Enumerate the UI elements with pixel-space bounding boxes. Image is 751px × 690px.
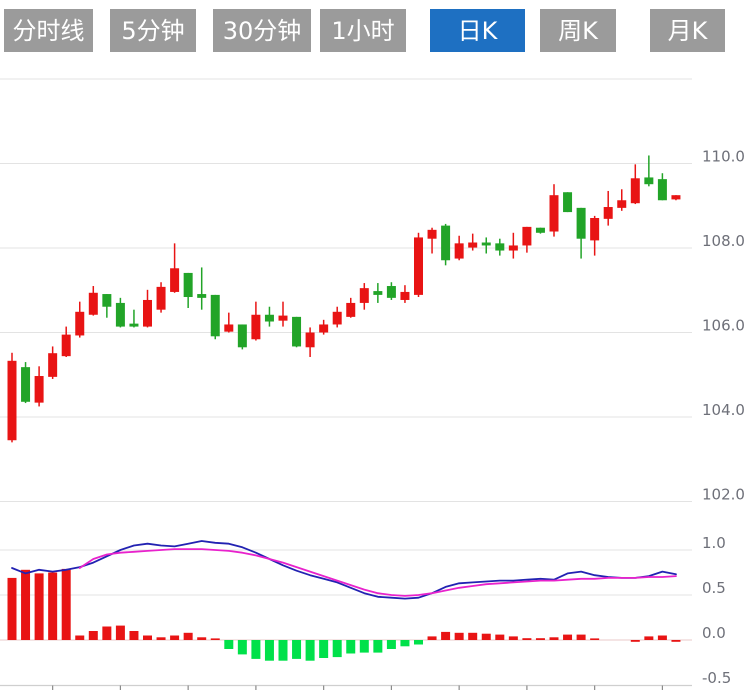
macd-axis-labels: 1.0 0.5 0.0 -0.5 [702, 534, 731, 687]
axis-label: 0.5 [702, 579, 726, 597]
candlestick-series [8, 155, 681, 442]
axis-label: 110.0 [702, 148, 745, 166]
axis-label: 108.0 [702, 232, 745, 250]
stock-chart-app: 分时线 5分钟 30分钟 1小时 日K 周K 月K 110.0108.0106.… [0, 0, 751, 690]
axis-label: -0.5 [702, 669, 731, 687]
axis-label: 1.0 [702, 534, 726, 552]
kline-chart-canvas[interactable]: 110.0 108.0 106.0 104.0 102.0 1.0 0.5 0.0 -0.5 [0, 0, 751, 690]
axis-label: 102.0 [702, 486, 745, 504]
x-axis [0, 686, 692, 690]
axis-label: 106.0 [702, 317, 745, 335]
axis-label: 0.0 [702, 624, 726, 642]
price-axis-labels: 110.0 108.0 106.0 104.0 102.0 [702, 148, 745, 504]
axis-label: 104.0 [702, 401, 745, 419]
